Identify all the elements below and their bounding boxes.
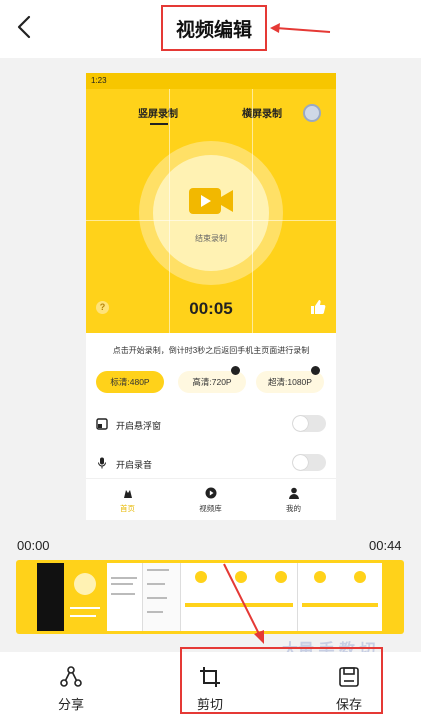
- frame-thumb-circle: [74, 573, 96, 595]
- timeline-frame: [297, 563, 382, 631]
- preview-bottom-nav: 首页 视频库 我的: [86, 478, 336, 520]
- preview-timer: 00:05: [189, 299, 233, 318]
- frame-dot: [195, 571, 207, 583]
- microphone-icon: [98, 457, 106, 469]
- crown-icon: [231, 366, 240, 375]
- annotation-arrow-icon: [223, 563, 264, 644]
- annotation-arrow-icon: [270, 23, 331, 33]
- preview-status-time: 1:23: [91, 76, 107, 85]
- chevron-left-icon[interactable]: [10, 12, 40, 42]
- frame-dot: [275, 571, 287, 583]
- grid-line: [252, 89, 253, 520]
- frame-line: [147, 611, 163, 613]
- video-camera-icon: [189, 188, 233, 214]
- annotation-highlight-box: [161, 5, 267, 51]
- preview-status-bar: [86, 73, 336, 89]
- frame-line: [111, 577, 137, 579]
- frame-line: [147, 583, 165, 585]
- video-preview[interactable]: 1:23 竖屏录制 横屏录制 结束录制 ? 00:05 点击开始录制，倒计时3秒…: [86, 73, 336, 520]
- preview-tab-portrait: 竖屏录制: [138, 109, 178, 120]
- preview-stop-label: 结束录制: [195, 234, 227, 243]
- user-icon: [288, 487, 299, 499]
- crown-icon: [311, 366, 320, 375]
- timeline-frame: [64, 563, 107, 631]
- play-circle-icon: [205, 487, 216, 498]
- thumbs-up-icon: [311, 300, 326, 314]
- frame-line: [70, 615, 96, 617]
- preview-nav-library: 视频库: [169, 479, 252, 520]
- preview-tab-landscape: 横屏录制: [242, 109, 282, 120]
- grid-line: [86, 220, 336, 221]
- timeline-frame: [142, 563, 181, 631]
- frame-line: [70, 607, 100, 609]
- frame-dot: [354, 571, 366, 583]
- timeline-frame: [107, 563, 142, 631]
- share-label: 分享: [57, 697, 84, 712]
- frame-line: [147, 569, 169, 571]
- preview-nav-mine-label: 我的: [286, 503, 301, 513]
- frame-dot: [314, 571, 326, 583]
- floating-window-icon: [96, 418, 108, 430]
- home-icon: [123, 489, 132, 498]
- frame-line: [111, 583, 133, 585]
- preview-avatar-icon: [303, 104, 321, 122]
- timeline-end-time: 00:44: [369, 538, 402, 553]
- preview-toggle-floating: [292, 415, 326, 432]
- grid-line: [169, 89, 170, 520]
- timeline-start-time: 00:00: [17, 538, 50, 553]
- frame-line: [111, 593, 135, 595]
- preview-nav-home: 首页: [86, 479, 169, 520]
- annotation-highlight-box: [180, 647, 383, 714]
- frame-band: [302, 603, 378, 607]
- preview-tip-text: 点击开始录制，倒计时3秒之后返回手机主页面进行录制: [112, 346, 310, 355]
- preview-nav-home-label: 首页: [120, 503, 135, 513]
- frame-line: [147, 597, 167, 599]
- preview-quality-480: 标清:480P: [96, 371, 164, 393]
- preview-nav-mine: 我的: [252, 479, 335, 520]
- preview-toggle-audio: [292, 454, 326, 471]
- share-icon: [60, 666, 82, 687]
- timeline-frames[interactable]: [37, 563, 382, 631]
- preview-nav-library-label: 视频库: [199, 503, 222, 513]
- timeline-frame: [37, 563, 64, 631]
- preview-tab-underline: [150, 123, 168, 125]
- preview-row-audio: 开启录音: [116, 460, 153, 470]
- preview-row-floating: 开启悬浮窗: [116, 421, 162, 431]
- share-button[interactable]: 分享: [45, 666, 97, 713]
